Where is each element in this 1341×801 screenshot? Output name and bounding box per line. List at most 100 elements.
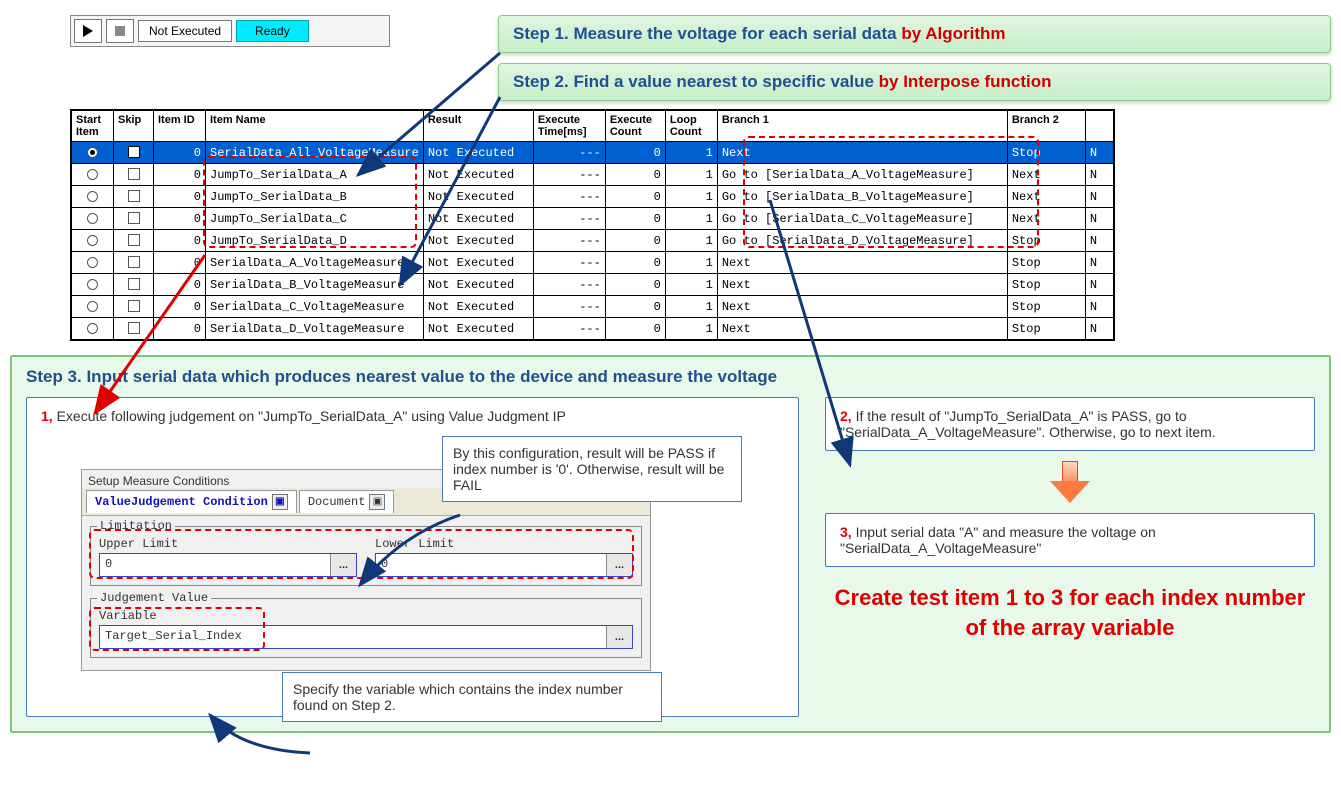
play-icon [83, 25, 93, 37]
variable-browse[interactable]: ... [606, 626, 632, 648]
cell-item-name: JumpTo_SerialData_B [206, 186, 424, 208]
cell-item-id: 0 [154, 318, 206, 340]
table-row[interactable]: 0JumpTo_SerialData_DNot Executed---01Go … [72, 230, 1114, 252]
cell-branch2: Next [1007, 164, 1085, 186]
lower-limit-browse[interactable]: ... [606, 554, 632, 576]
cell-item-id: 0 [154, 252, 206, 274]
tab-expand-icon-2[interactable]: ▣ [369, 494, 385, 510]
start-radio[interactable] [87, 323, 98, 334]
col-branch2[interactable]: Branch 2 [1007, 111, 1085, 142]
start-radio[interactable] [87, 213, 98, 224]
col-exec_count[interactable]: Execute Count [605, 111, 665, 142]
skip-checkbox[interactable] [128, 146, 140, 158]
cell-exec-time: --- [533, 230, 605, 252]
upper-limit-browse[interactable]: ... [330, 554, 356, 576]
cell-branch1: Go to [SerialData_B_VoltageMeasure] [717, 186, 1007, 208]
note1-text: Execute following judgement on "JumpTo_S… [53, 408, 566, 424]
tab2-label: Document [308, 495, 366, 509]
note2-num: 2, [840, 408, 852, 424]
note3-num: 3, [840, 524, 852, 540]
cell-branch1: Next [717, 318, 1007, 340]
start-radio[interactable] [87, 301, 98, 312]
step2-highlight: by Interpose function [879, 72, 1052, 91]
lower-limit-label: Lower Limit [375, 537, 633, 551]
note2-text: If the result of "JumpTo_SerialData_A" i… [840, 408, 1216, 440]
cell-exec-count: 0 [605, 230, 665, 252]
cell-loop-count: 1 [665, 230, 717, 252]
table-row[interactable]: 0SerialData_All_VoltageMeasureNot Execut… [72, 142, 1114, 164]
table-row[interactable]: 0SerialData_B_VoltageMeasureNot Executed… [72, 274, 1114, 296]
variable-value: Target_Serial_Index [100, 626, 606, 648]
cell-item-name: JumpTo_SerialData_C [206, 208, 424, 230]
cell-item-id: 0 [154, 186, 206, 208]
cell-item-id: 0 [154, 208, 206, 230]
col-item_name[interactable]: Item Name [206, 111, 424, 142]
skip-checkbox[interactable] [128, 300, 140, 312]
cell-branch1: Go to [SerialData_A_VoltageMeasure] [717, 164, 1007, 186]
cell-item-id: 0 [154, 230, 206, 252]
start-radio[interactable] [87, 257, 98, 268]
lower-limit-input[interactable]: 0 ... [375, 553, 633, 577]
table-row[interactable]: 0SerialData_C_VoltageMeasureNot Executed… [72, 296, 1114, 318]
skip-checkbox[interactable] [128, 168, 140, 180]
start-radio[interactable] [87, 235, 98, 246]
table-row[interactable]: 0JumpTo_SerialData_CNot Executed---01Go … [72, 208, 1114, 230]
stop-icon [115, 26, 125, 36]
note-1: 1, Execute following judgement on "JumpT… [26, 397, 799, 717]
config-note: By this configuration, result will be PA… [442, 436, 742, 502]
exec-status: Not Executed [138, 20, 232, 42]
start-radio[interactable] [87, 169, 98, 180]
cell-item-id: 0 [154, 142, 206, 164]
cell-branch1: Next [717, 252, 1007, 274]
variable-input[interactable]: Target_Serial_Index ... [99, 625, 633, 649]
cell-exec-count: 0 [605, 274, 665, 296]
cell-item-name: SerialData_All_VoltageMeasure [206, 142, 424, 164]
start-radio[interactable] [87, 147, 98, 158]
col-item_id[interactable]: Item ID [154, 111, 206, 142]
tab-document[interactable]: Document ▣ [299, 490, 395, 513]
cell-item-id: 0 [154, 164, 206, 186]
cell-branch2: Stop [1007, 296, 1085, 318]
cell-exec-time: --- [533, 142, 605, 164]
table-row[interactable]: 0JumpTo_SerialData_ANot Executed---01Go … [72, 164, 1114, 186]
table-row[interactable]: 0JumpTo_SerialData_BNot Executed---01Go … [72, 186, 1114, 208]
table-row[interactable]: 0SerialData_D_VoltageMeasureNot Executed… [72, 318, 1114, 340]
upper-limit-value: 0 [100, 554, 330, 576]
play-button[interactable] [74, 19, 102, 43]
col-start[interactable]: Start Item [72, 111, 114, 142]
skip-checkbox[interactable] [128, 212, 140, 224]
tab1-label: ValueJudgement Condition [95, 495, 268, 509]
col-exec_time[interactable]: Execute Time[ms] [533, 111, 605, 142]
cell-exec-count: 0 [605, 164, 665, 186]
tab-expand-icon[interactable]: ▣ [272, 494, 288, 510]
skip-checkbox[interactable] [128, 256, 140, 268]
tab-value-judgement[interactable]: ValueJudgement Condition ▣ [86, 490, 297, 513]
skip-checkbox[interactable] [128, 190, 140, 202]
col-loop_count[interactable]: Loop Count [665, 111, 717, 142]
skip-checkbox[interactable] [128, 322, 140, 334]
cell-item-name: SerialData_D_VoltageMeasure [206, 318, 424, 340]
skip-checkbox[interactable] [128, 278, 140, 290]
upper-limit-input[interactable]: 0 ... [99, 553, 357, 577]
test-items-grid[interactable]: Start ItemSkipItem IDItem NameResultExec… [70, 109, 1115, 341]
cell-extra: N [1085, 164, 1113, 186]
cell-item-name: SerialData_B_VoltageMeasure [206, 274, 424, 296]
cell-exec-time: --- [533, 274, 605, 296]
cell-branch2: Stop [1007, 274, 1085, 296]
start-radio[interactable] [87, 279, 98, 290]
skip-checkbox[interactable] [128, 234, 140, 246]
start-radio[interactable] [87, 191, 98, 202]
cell-loop-count: 1 [665, 142, 717, 164]
cell-result: Not Executed [423, 208, 533, 230]
col-skip[interactable]: Skip [114, 111, 154, 142]
cell-loop-count: 1 [665, 164, 717, 186]
cell-branch1: Go to [SerialData_D_VoltageMeasure] [717, 230, 1007, 252]
cell-branch2: Next [1007, 208, 1085, 230]
col-branch1[interactable]: Branch 1 [717, 111, 1007, 142]
cell-branch1: Next [717, 142, 1007, 164]
stop-button[interactable] [106, 19, 134, 43]
col-result[interactable]: Result [423, 111, 533, 142]
table-row[interactable]: 0SerialData_A_VoltageMeasureNot Executed… [72, 252, 1114, 274]
step2-callout: Step 2. Find a value nearest to specific… [498, 63, 1331, 101]
cell-exec-count: 0 [605, 318, 665, 340]
